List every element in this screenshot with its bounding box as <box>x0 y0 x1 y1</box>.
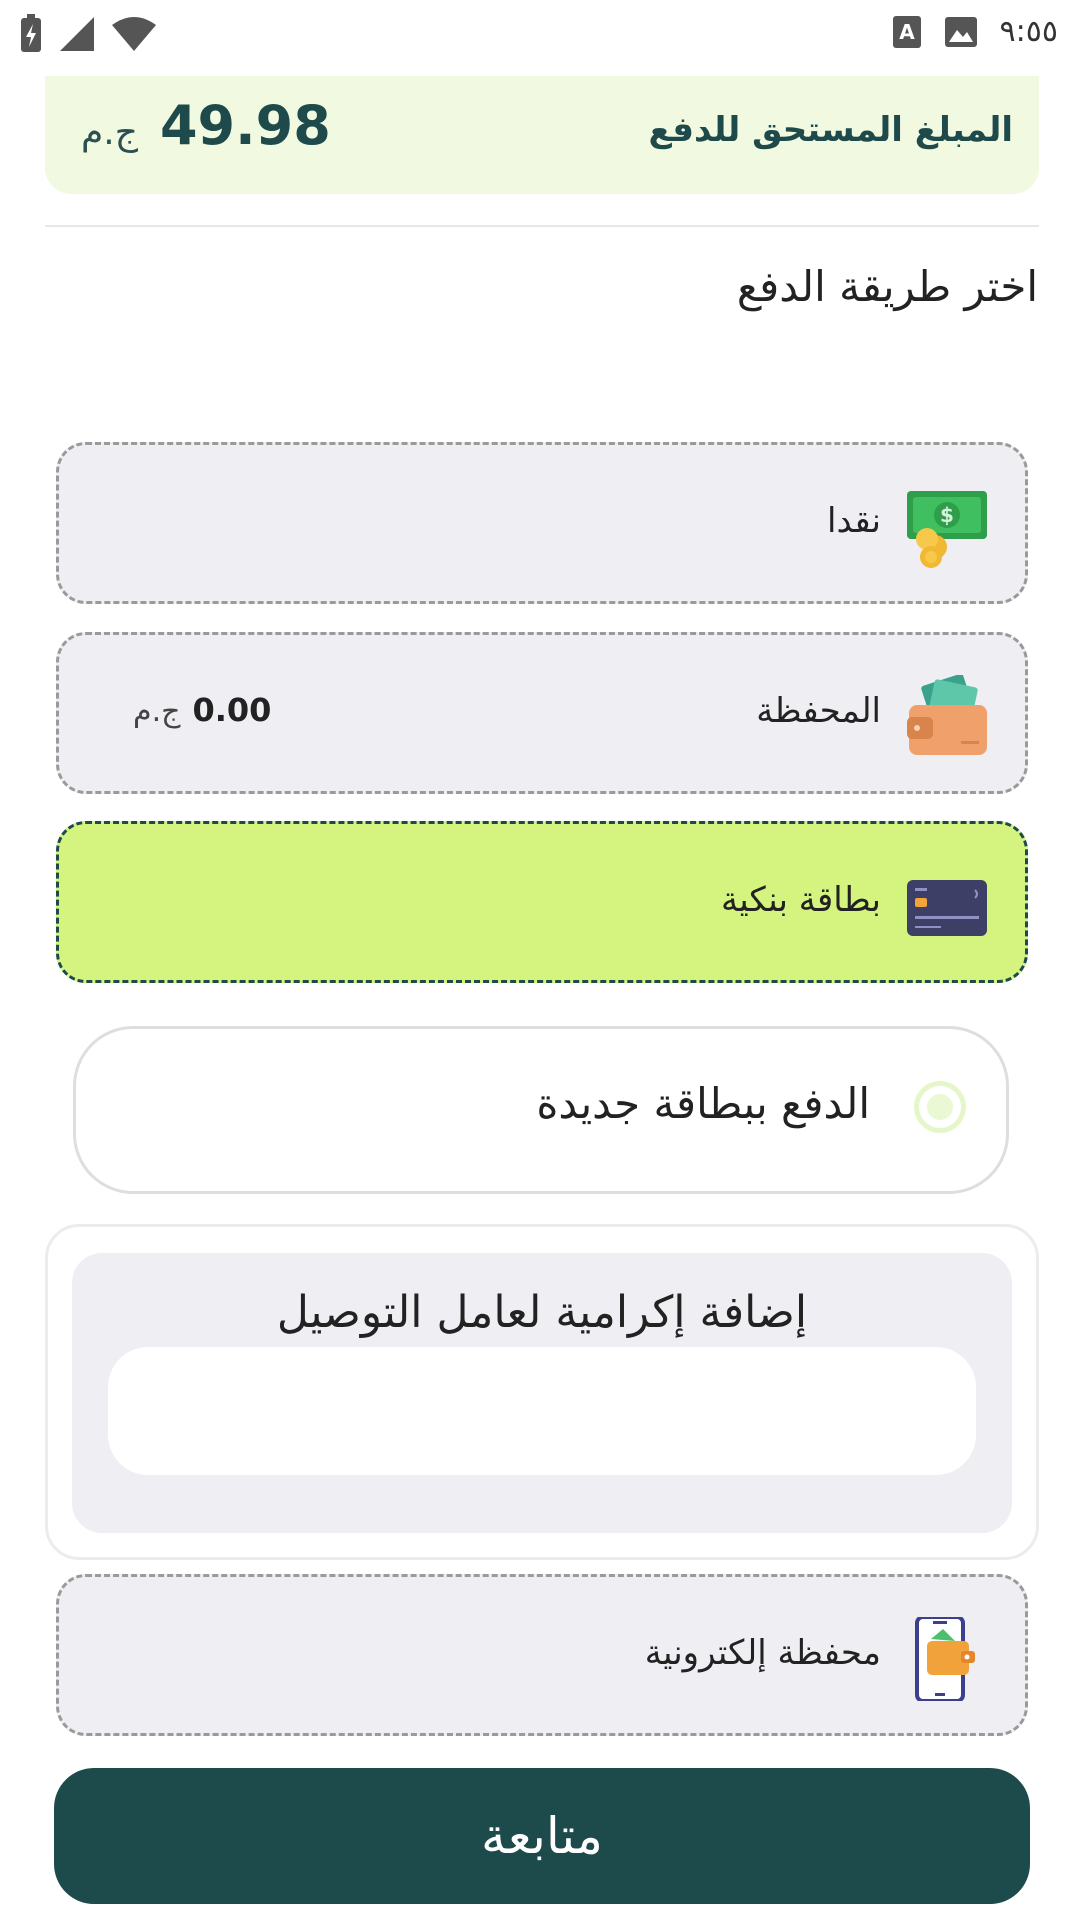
payment-method-title: اختر طريقة الدفع <box>736 262 1038 311</box>
credit-card-icon <box>907 880 987 936</box>
payment-option-bank-card[interactable]: بطاقة بنكية <box>56 821 1028 983</box>
wallet-balance: ج.م 0.00 <box>133 691 271 729</box>
wallet-balance-value: 0.00 <box>192 691 272 729</box>
new-card-radio[interactable] <box>914 1081 966 1133</box>
image-icon <box>944 16 977 47</box>
status-icons-right: A ٩:٥٥ <box>892 14 1058 49</box>
payment-option-e-wallet-label: محفظة إلكترونية <box>644 1633 881 1673</box>
tip-title: إضافة إكرامية لعامل التوصيل <box>276 1287 808 1338</box>
amount-due-value-group: ج.م 49.98 <box>81 94 331 157</box>
wifi-icon <box>112 17 156 51</box>
payment-option-cash-label: نقدا <box>827 501 881 541</box>
wallet-balance-currency: ج.م <box>133 694 181 729</box>
tip-section: إضافة إكرامية لعامل التوصيل <box>45 1224 1039 1560</box>
amount-due-card: المبلغ المستحق للدفع ج.م 49.98 <box>45 76 1039 194</box>
signal-icon <box>60 17 94 51</box>
keyboard-a-icon: A <box>892 15 921 48</box>
status-icons-left <box>18 14 158 54</box>
payment-option-bank-card-label: بطاقة بنكية <box>721 880 881 920</box>
payment-option-wallet[interactable]: المحفظة ج.م 0.00 <box>56 632 1028 794</box>
new-card-radio-dot <box>927 1094 953 1120</box>
cash-coins-icon: $ <box>907 491 987 568</box>
tip-input[interactable] <box>108 1347 976 1475</box>
pay-new-card-option[interactable]: الدفع ببطاقة جديدة <box>73 1026 1009 1194</box>
amount-due-label: المبلغ المستحق للدفع <box>648 110 1014 150</box>
divider <box>45 225 1039 227</box>
payment-option-e-wallet[interactable]: محفظة إلكترونية <box>56 1574 1028 1736</box>
amount-due-currency: ج.م <box>81 112 138 153</box>
battery-charging-icon <box>21 14 41 52</box>
tip-panel: إضافة إكرامية لعامل التوصيل <box>72 1253 1012 1533</box>
status-time: ٩:٥٥ <box>999 14 1058 49</box>
mobile-wallet-icon <box>915 1617 975 1701</box>
amount-due-value: 49.98 <box>159 94 331 157</box>
payment-option-cash[interactable]: $ نقدا <box>56 442 1028 604</box>
svg-text:$: $ <box>940 503 954 527</box>
svg-text:A: A <box>899 20 915 44</box>
pay-new-card-label: الدفع ببطاقة جديدة <box>536 1079 870 1128</box>
wallet-icon <box>907 675 987 755</box>
status-bar: A ٩:٥٥ <box>0 0 1080 72</box>
payment-option-wallet-label: المحفظة <box>756 691 881 731</box>
continue-button[interactable]: متابعة <box>54 1768 1030 1904</box>
